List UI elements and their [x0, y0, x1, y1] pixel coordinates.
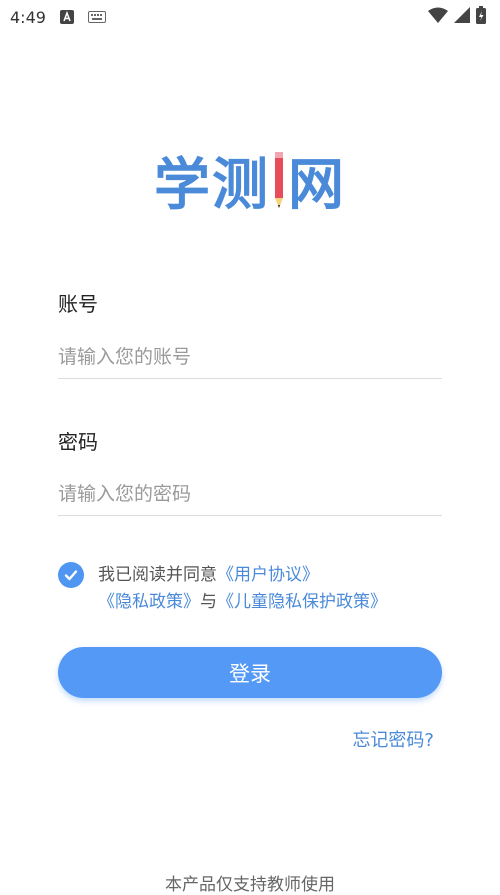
signal-icon — [454, 7, 470, 27]
agreement-text: 我已阅读并同意《用户协议》 《隐私政策》与《儿童隐私保护政策》 — [98, 562, 387, 616]
a-app-icon — [59, 10, 74, 24]
wifi-icon — [428, 7, 448, 27]
password-input[interactable] — [58, 472, 442, 516]
app-logo: 学测 网 — [0, 145, 500, 218]
account-input[interactable] — [58, 335, 442, 379]
password-label: 密码 — [58, 430, 98, 454]
account-label: 账号 — [58, 292, 98, 316]
footer-note: 本产品仅支持教师使用 — [165, 875, 335, 895]
agreement-and: 与 — [200, 592, 217, 612]
checkmark-icon — [64, 570, 78, 581]
status-bar: 4:49 — [0, 0, 500, 34]
agreement-checkbox[interactable] — [58, 562, 84, 588]
login-button[interactable]: 登录 — [58, 647, 442, 698]
battery-icon — [476, 6, 486, 28]
agreement-prefix: 我已阅读并同意 — [98, 565, 217, 585]
pencil-icon — [272, 148, 286, 212]
status-time: 4:49 — [10, 7, 46, 27]
forgot-password-link[interactable]: 忘记密码? — [352, 726, 434, 752]
privacy-policy-link[interactable]: 《隐私政策》 — [98, 592, 200, 612]
child-privacy-policy-link[interactable]: 《儿童隐私保护政策》 — [217, 592, 387, 612]
logo-text-left: 学测 — [154, 152, 270, 218]
user-agreement-link[interactable]: 《用户协议》 — [217, 565, 319, 585]
logo-text: 学测 网 — [154, 140, 346, 221]
keyboard-icon — [87, 11, 106, 23]
logo-text-right: 网 — [288, 152, 346, 218]
agreement-row: 我已阅读并同意《用户协议》 《隐私政策》与《儿童隐私保护政策》 — [58, 562, 458, 616]
